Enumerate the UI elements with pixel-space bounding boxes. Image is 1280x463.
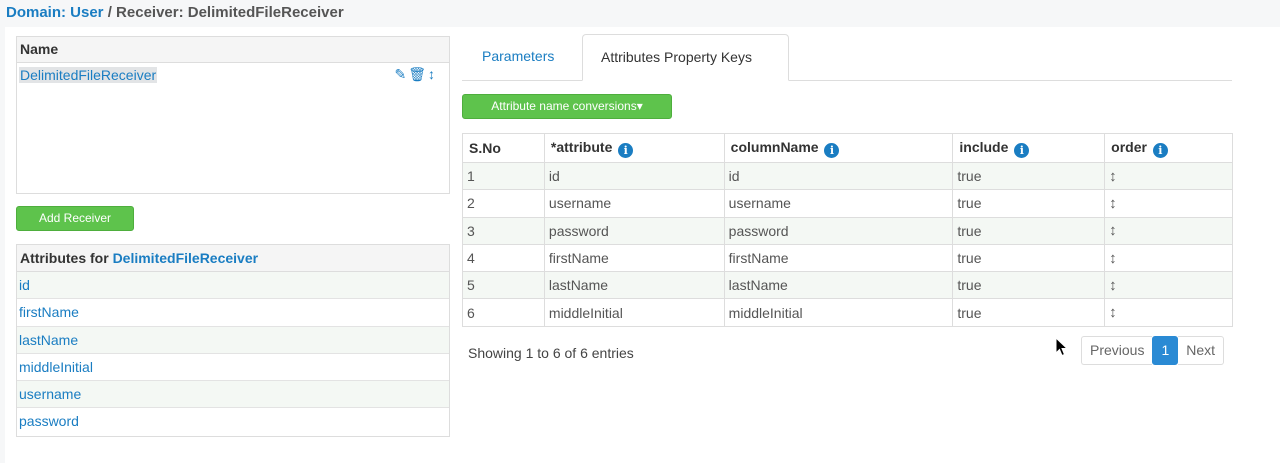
current-page-button[interactable]: 1	[1152, 336, 1179, 365]
mouse-cursor-icon	[1055, 337, 1069, 357]
attributes-header-prefix: Attributes for	[20, 250, 113, 266]
cell-include[interactable]: true	[952, 298, 1106, 327]
attribute-item[interactable]: lastName	[17, 326, 449, 354]
cell-sno[interactable]: 5	[462, 271, 545, 300]
drag-handle-icon[interactable]: ↕	[1109, 250, 1117, 267]
tab-parameters[interactable]: Parameters	[464, 34, 572, 81]
col-header-include[interactable]: include i	[952, 133, 1106, 163]
next-page-button[interactable]: Next	[1178, 336, 1225, 365]
col-header-order[interactable]: order i	[1104, 133, 1233, 163]
cell-columnname[interactable]: lastName	[723, 271, 954, 300]
cell-sno[interactable]: 3	[462, 216, 545, 245]
attribute-item[interactable]: password	[17, 408, 449, 435]
cell-order: ↕	[1104, 216, 1233, 245]
col-header-attribute[interactable]: *attribute i	[543, 133, 725, 163]
cell-order: ↕	[1104, 243, 1233, 273]
attribute-item[interactable]: middleInitial	[17, 354, 449, 382]
tab-bar: Parameters Attributes Property Keys	[462, 34, 1232, 81]
move-icon[interactable]: ↕	[428, 66, 437, 82]
cell-attribute[interactable]: password	[543, 216, 725, 245]
attribute-name-conversions-button[interactable]: Attribute name conversions▾	[462, 94, 672, 119]
attributes-list: Attributes for DelimitedFileReceiver id f…	[16, 244, 450, 437]
info-icon[interactable]: i	[1152, 142, 1168, 158]
cell-order: ↕	[1104, 161, 1233, 191]
cell-include[interactable]: true	[952, 243, 1106, 273]
attribute-item[interactable]: id	[17, 272, 449, 300]
cell-sno[interactable]: 4	[462, 243, 545, 273]
cell-include[interactable]: true	[952, 161, 1106, 191]
cell-order: ↕	[1104, 271, 1233, 300]
cell-sno[interactable]: 1	[462, 161, 545, 191]
cell-sno[interactable]: 6	[462, 298, 545, 327]
col-header-columnname[interactable]: columnName i	[723, 133, 954, 163]
trash-icon[interactable]: 🗑	[408, 66, 428, 82]
drag-handle-icon[interactable]: ↕	[1109, 195, 1117, 212]
cell-columnname[interactable]: firstName	[723, 243, 954, 273]
receiver-actions: ✎🗑↕	[394, 66, 437, 83]
table-row: 2 username username true ↕	[462, 189, 1233, 218]
cell-attribute[interactable]: firstName	[543, 243, 725, 273]
info-icon[interactable]: i	[1014, 142, 1030, 158]
cell-order: ↕	[1104, 298, 1233, 327]
tab-attributes-property-keys[interactable]: Attributes Property Keys	[582, 34, 789, 81]
breadcrumb-separator: /	[103, 4, 117, 21]
table-body: 1 id id true ↕ 2 username username true ↕ 3 passwor…	[462, 161, 1233, 327]
cell-attribute[interactable]: lastName	[543, 271, 725, 300]
cell-columnname[interactable]: middleInitial	[723, 298, 954, 327]
col-header-sno[interactable]: S.No	[462, 133, 545, 163]
cell-columnname[interactable]: username	[723, 189, 954, 218]
breadcrumb-domain-link[interactable]: Domain: User	[6, 4, 104, 21]
attribute-item[interactable]: username	[17, 381, 449, 409]
attributes-items: id firstName lastName middleInitial username…	[17, 272, 449, 436]
table-row: 1 id id true ↕	[462, 161, 1233, 191]
breadcrumb-receiver: Receiver: DelimitedFileReceiver	[116, 4, 344, 21]
cell-include[interactable]: true	[952, 189, 1106, 218]
cell-attribute[interactable]: username	[543, 189, 725, 218]
receiver-row[interactable]: DelimitedFileReceiver ✎🗑↕	[17, 63, 449, 87]
table-row: 5 lastName lastName true ↕	[462, 271, 1233, 300]
add-receiver-button[interactable]: Add Receiver	[16, 206, 134, 231]
receiver-list: Name DelimitedFileReceiver ✎🗑↕	[16, 36, 450, 194]
cell-order: ↕	[1104, 189, 1233, 218]
table-row: 4 firstName firstName true ↕	[462, 243, 1233, 273]
drag-handle-icon[interactable]: ↕	[1109, 168, 1117, 185]
cell-attribute[interactable]: id	[543, 161, 725, 191]
edit-icon[interactable]: ✎	[394, 66, 408, 82]
info-icon[interactable]: i	[824, 142, 840, 158]
cell-include[interactable]: true	[952, 216, 1106, 245]
attributes-header: Attributes for DelimitedFileReceiver	[17, 245, 449, 272]
receiver-name[interactable]: DelimitedFileReceiver	[19, 67, 158, 83]
pagination: Previous 1 Next	[1081, 336, 1225, 365]
previous-page-button[interactable]: Previous	[1081, 336, 1153, 365]
breadcrumb: Domain: User / Receiver: DelimitedFileRe…	[0, 0, 1280, 26]
table-header-row: S.No *attribute i columnName i include i…	[462, 133, 1233, 163]
table-row: 3 password password true ↕	[462, 216, 1233, 245]
cell-columnname[interactable]: id	[723, 161, 954, 191]
cell-include[interactable]: true	[952, 271, 1106, 300]
attributes-header-receiver: DelimitedFileReceiver	[112, 250, 259, 266]
table-row: 6 middleInitial middleInitial true ↕	[462, 298, 1233, 327]
drag-handle-icon[interactable]: ↕	[1109, 304, 1117, 321]
receiver-list-header: Name	[17, 37, 449, 63]
drag-handle-icon[interactable]: ↕	[1109, 277, 1117, 294]
info-icon[interactable]: i	[618, 142, 634, 158]
drag-handle-icon[interactable]: ↕	[1109, 222, 1117, 239]
cell-columnname[interactable]: password	[723, 216, 954, 245]
cell-sno[interactable]: 2	[462, 189, 545, 218]
attribute-item[interactable]: firstName	[17, 299, 449, 327]
table-summary: Showing 1 to 6 of 6 entries	[468, 345, 634, 361]
cell-attribute[interactable]: middleInitial	[543, 298, 725, 327]
attributes-table: S.No *attribute i columnName i include i…	[462, 133, 1233, 327]
